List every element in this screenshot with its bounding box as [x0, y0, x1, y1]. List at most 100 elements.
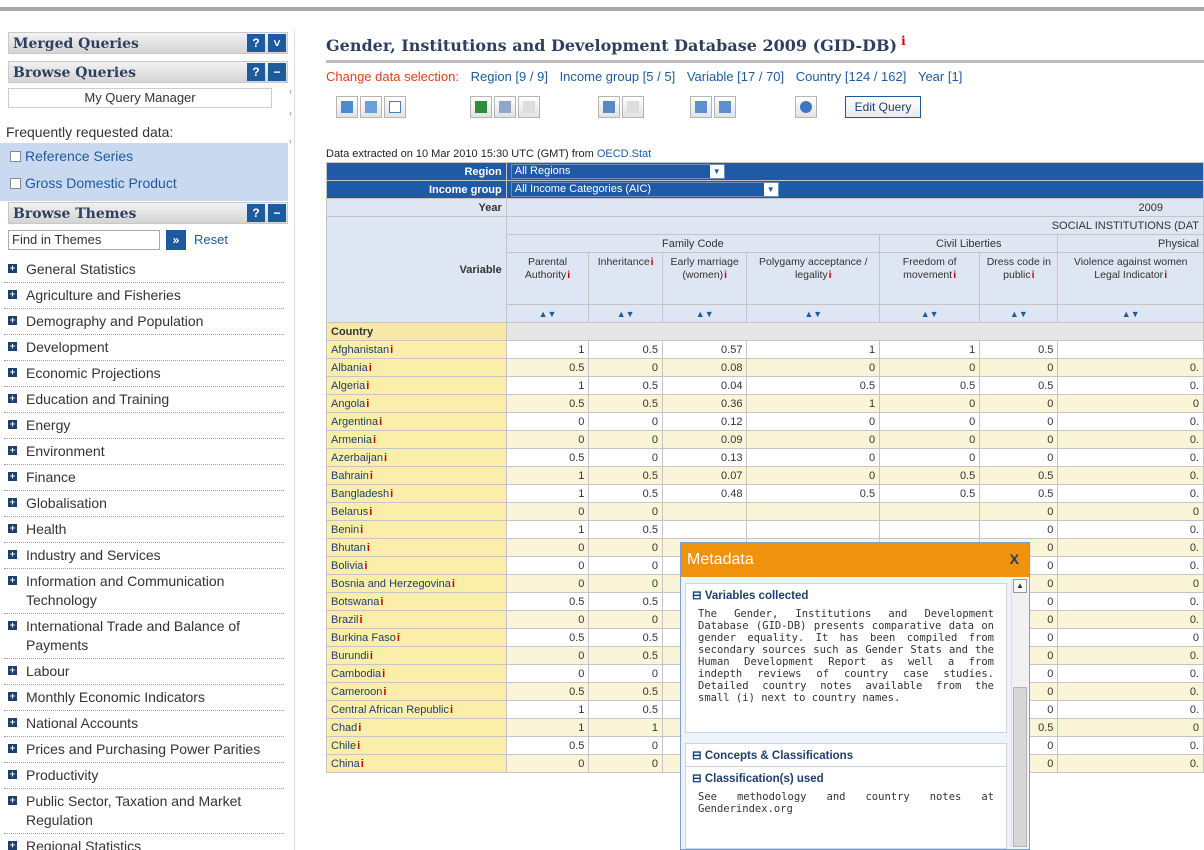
collapse-icon[interactable]: ⊟	[692, 750, 702, 762]
chevron-down-icon[interactable]: ▼	[709, 165, 724, 178]
theme-item[interactable]: + Energy	[4, 413, 284, 439]
country-name[interactable]: Botswanai	[326, 592, 507, 611]
export-excel-button[interactable]	[470, 96, 492, 118]
freq-item-reference-series[interactable]: Reference Series	[10, 148, 133, 164]
region-select[interactable]: All Regions ▼	[510, 164, 725, 179]
chevron-down-icon[interactable]: ▼	[763, 183, 778, 196]
variables-collected-title[interactable]: ⊟ Variables collected	[686, 584, 1006, 606]
info-icon[interactable]: i	[953, 269, 956, 281]
theme-item[interactable]: + National Accounts	[4, 711, 284, 737]
theme-item[interactable]: + Development	[4, 335, 284, 361]
info-icon[interactable]: i	[379, 416, 382, 428]
info-icon[interactable]: i	[380, 596, 383, 608]
collapse-left-icon[interactable]: ‹	[289, 86, 292, 96]
export-button[interactable]	[494, 96, 516, 118]
country-name[interactable]: Boliviai	[326, 556, 507, 575]
info-icon[interactable]: i	[360, 614, 363, 626]
country-name[interactable]: Afghanistani	[326, 340, 507, 359]
expand-plus-icon[interactable]: +	[8, 621, 17, 630]
query-info-button[interactable]	[795, 96, 817, 118]
save-query-button[interactable]	[690, 96, 712, 118]
browse-queries-help-button[interactable]: ?	[247, 63, 265, 81]
concepts-title[interactable]: ⊟ Concepts & Classifications	[686, 744, 1006, 766]
merge-query-button[interactable]	[714, 96, 736, 118]
theme-item[interactable]: + Globalisation	[4, 491, 284, 517]
info-icon[interactable]: i	[366, 380, 369, 392]
info-icon[interactable]: i	[367, 542, 370, 554]
sort-arrows-icon[interactable]: ▲▼	[505, 304, 590, 323]
merged-help-button[interactable]: ?	[247, 34, 265, 52]
expand-plus-icon[interactable]: +	[8, 498, 17, 507]
country-name[interactable]: Bosnia and Herzegovinai	[326, 574, 507, 593]
info-icon[interactable]: i	[452, 578, 455, 590]
expand-plus-icon[interactable]: +	[8, 796, 17, 805]
browse-themes-help-button[interactable]: ?	[247, 204, 265, 222]
expand-plus-icon[interactable]: +	[8, 524, 17, 533]
selection-variable-link[interactable]: Variable [17 / 70]	[687, 69, 784, 84]
theme-item[interactable]: + Industry and Services	[4, 543, 284, 569]
country-name[interactable]: Benini	[326, 520, 507, 539]
info-icon[interactable]: i	[450, 704, 453, 716]
income-group-select[interactable]: All Income Categories (AIC) ▼	[510, 182, 779, 197]
merged-expand-button[interactable]: ˅	[268, 34, 286, 52]
country-name[interactable]: Albaniai	[326, 358, 507, 377]
expand-plus-icon[interactable]: +	[8, 264, 17, 273]
expand-plus-icon[interactable]: +	[8, 368, 17, 377]
expand-plus-icon[interactable]: +	[8, 718, 17, 727]
expand-plus-icon[interactable]: +	[8, 770, 17, 779]
info-icon[interactable]: i	[373, 434, 376, 446]
theme-item[interactable]: + Prices and Purchasing Power Parities	[4, 737, 284, 763]
country-name[interactable]: Burundii	[326, 646, 507, 665]
theme-item[interactable]: + Agriculture and Fisheries	[4, 283, 284, 309]
layout-button[interactable]	[360, 96, 382, 118]
collapse-icon[interactable]: ⊟	[692, 590, 702, 602]
country-name[interactable]: Argentinai	[326, 412, 507, 431]
theme-item[interactable]: + Economic Projections	[4, 361, 284, 387]
chart-disabled-button[interactable]	[622, 96, 644, 118]
info-icon[interactable]: i	[1164, 269, 1167, 281]
checkbox-icon[interactable]	[10, 178, 21, 189]
country-name[interactable]: Azerbaijani	[326, 448, 507, 467]
theme-item[interactable]: + Demography and Population	[4, 309, 284, 335]
chart-button[interactable]	[598, 96, 620, 118]
metadata-scrollbar[interactable]: ▲	[1011, 579, 1027, 847]
theme-item[interactable]: + Productivity	[4, 763, 284, 789]
reset-link[interactable]: Reset	[194, 232, 228, 247]
info-icon[interactable]: i	[397, 632, 400, 644]
expand-plus-icon[interactable]: +	[8, 576, 17, 585]
info-icon[interactable]: i	[370, 650, 373, 662]
info-icon[interactable]: i	[369, 506, 372, 518]
country-name[interactable]: Angolai	[326, 394, 507, 413]
collapse-icon[interactable]: ⊟	[692, 773, 702, 785]
freq-item-gdp[interactable]: Gross Domestic Product	[10, 175, 177, 191]
collapse-left-icon[interactable]: ‹	[289, 108, 292, 118]
expand-plus-icon[interactable]: +	[8, 394, 17, 403]
collapse-left-icon[interactable]: ‹	[289, 136, 292, 146]
info-icon[interactable]: i	[382, 668, 385, 680]
country-name[interactable]: Bhutani	[326, 538, 507, 557]
info-icon[interactable]: i	[361, 758, 364, 770]
country-name[interactable]: Armeniai	[326, 430, 507, 449]
country-name[interactable]: Cambodiai	[326, 664, 507, 683]
theme-item[interactable]: + General Statistics	[4, 257, 284, 283]
country-name[interactable]: Belarusi	[326, 502, 507, 521]
table-options-button[interactable]	[384, 96, 406, 118]
scroll-up-icon[interactable]: ▲	[1013, 579, 1027, 593]
info-icon[interactable]: i	[369, 362, 372, 374]
expand-plus-icon[interactable]: +	[8, 342, 17, 351]
close-icon[interactable]: X	[1010, 551, 1019, 567]
country-name[interactable]: Burkina Fasoi	[326, 628, 507, 647]
info-icon[interactable]: i	[357, 740, 360, 752]
sort-arrows-icon[interactable]: ▲▼	[979, 304, 1059, 323]
country-name[interactable]: Central African Republici	[326, 700, 507, 719]
country-name[interactable]: Brazili	[326, 610, 507, 629]
info-icon[interactable]: i	[360, 524, 363, 536]
expand-plus-icon[interactable]: +	[8, 550, 17, 559]
expand-plus-icon[interactable]: +	[8, 472, 17, 481]
browse-queries-collapse-button[interactable]: −	[268, 63, 286, 81]
title-info-icon[interactable]: i	[901, 34, 906, 48]
sort-arrows-icon[interactable]: ▲▼	[661, 304, 748, 323]
country-name[interactable]: Algeriai	[326, 376, 507, 395]
expand-plus-icon[interactable]: +	[8, 316, 17, 325]
merged-queries-header[interactable]: Merged Queries ? ˅	[8, 32, 288, 54]
